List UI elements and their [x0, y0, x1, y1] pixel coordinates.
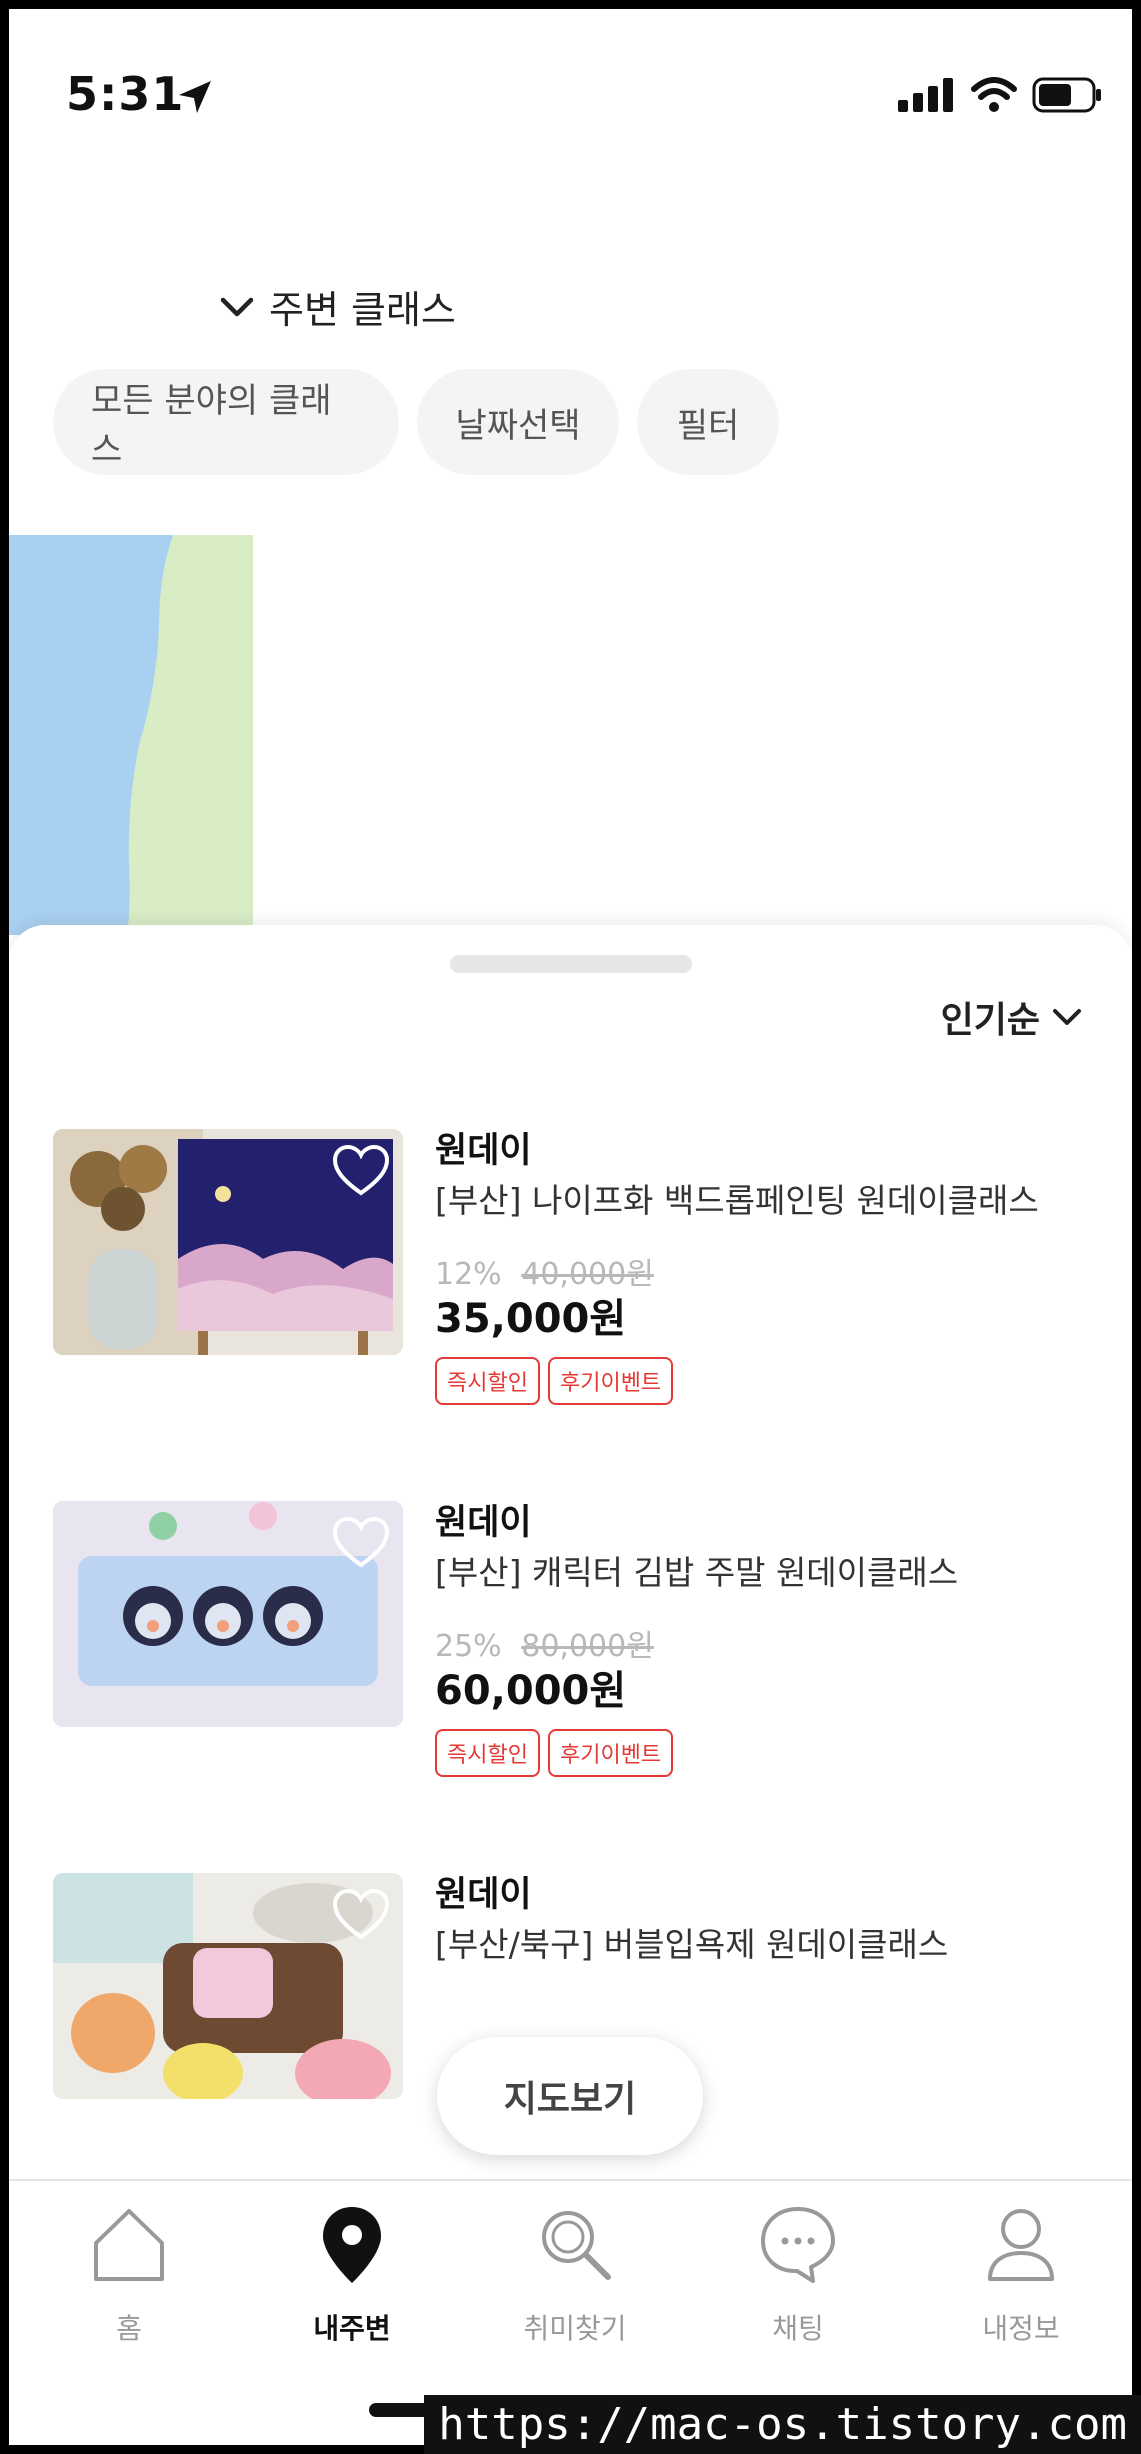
watermark-text: https://mac-os.tistory.com: [424, 2395, 1141, 2454]
class-info: 원데이 [부산/북구] 버블입욕제 원데이클래스: [435, 1873, 1095, 1969]
badge-instant-discount: 즉시할인: [435, 1357, 540, 1405]
tab-find-hobby[interactable]: 취미찾기: [500, 2201, 650, 2347]
badge-row: 즉시할인 후기이벤트: [435, 1729, 1095, 1777]
filter-chip-date[interactable]: 날짜선택: [417, 369, 619, 475]
discount-rate: 25%: [435, 1629, 502, 1664]
wifi-icon: [971, 77, 1017, 112]
sale-price: 35,000원: [435, 1296, 627, 1342]
location-arrow-icon: [179, 81, 211, 113]
battery-icon: [1032, 77, 1101, 113]
class-info: 원데이 [부산] 나이프화 백드롭페인팅 원데이클래스 12% 40,000원 …: [435, 1129, 1095, 1405]
sale-price: 60,000원: [435, 1668, 627, 1714]
sort-dropdown[interactable]: 인기순: [941, 991, 1082, 1043]
class-category: 원데이: [435, 1875, 532, 1915]
class-category: 원데이: [435, 1131, 532, 1171]
class-title: [부산/북구] 버블입욕제 원데이클래스: [435, 1925, 949, 1964]
tab-label: 홈: [116, 2312, 142, 2345]
class-category: 원데이: [435, 1503, 532, 1543]
status-icons: [898, 77, 1102, 113]
home-icon: [94, 2209, 164, 2281]
search-icon: [542, 2211, 611, 2280]
tab-label: 취미찾기: [523, 2312, 627, 2345]
badge-review-event: 후기이벤트: [547, 1357, 674, 1405]
app-screen: 5:31 주변 클래스 모든 분야의 클래스 날짜선택 필터 인기순 원데이 […: [9, 9, 1132, 2445]
tab-label: 내정보: [982, 2312, 1060, 2345]
person-icon: [988, 2209, 1054, 2281]
chevron-down-icon: [220, 297, 254, 316]
original-price-row: 25% 80,000원: [435, 1627, 1095, 1667]
status-time: 5:31: [66, 67, 185, 121]
class-list-item[interactable]: 원데이 [부산] 나이프화 백드롭페인팅 원데이클래스 12% 40,000원 …: [53, 1129, 1093, 1405]
original-price-row: 12% 40,000원: [435, 1255, 1095, 1295]
tab-nearby[interactable]: 내주변: [277, 2201, 427, 2347]
map-view-button[interactable]: 지도보기: [437, 2037, 703, 2155]
location-selector[interactable]: 주변 클래스: [219, 279, 456, 334]
filter-chip-filter[interactable]: 필터: [637, 369, 779, 475]
sort-label: 인기순: [940, 1000, 1040, 1041]
signal-icon: [898, 78, 953, 112]
tab-chat[interactable]: 채팅: [723, 2201, 873, 2347]
tab-label: 채팅: [772, 2312, 824, 2345]
tab-my-info[interactable]: 내정보: [946, 2201, 1096, 2347]
location-pin-icon: [323, 2207, 381, 2283]
tab-label: 내주변: [313, 2312, 391, 2345]
map-view[interactable]: [9, 535, 253, 935]
class-info: 원데이 [부산] 캐릭터 김밥 주말 원데이클래스 25% 80,000원 60…: [435, 1501, 1095, 1777]
badge-instant-discount: 즉시할인: [435, 1729, 540, 1777]
original-price: 40,000원: [521, 1257, 654, 1292]
class-list-item[interactable]: 원데이 [부산] 캐릭터 김밥 주말 원데이클래스 25% 80,000원 60…: [53, 1501, 1093, 1777]
chevron-down-icon: [1053, 1009, 1081, 1025]
wishlist-heart-icon[interactable]: [331, 1887, 391, 1943]
filter-chip-category[interactable]: 모든 분야의 클래스: [53, 369, 399, 475]
original-price: 80,000원: [521, 1629, 654, 1664]
badge-review-event: 후기이벤트: [547, 1729, 674, 1777]
wishlist-heart-icon[interactable]: [331, 1143, 391, 1199]
wishlist-heart-icon[interactable]: [331, 1515, 391, 1571]
location-label: 주변 클래스: [269, 288, 456, 332]
chat-icon: [761, 2207, 835, 2283]
discount-rate: 12%: [435, 1257, 502, 1292]
class-title: [부산] 캐릭터 김밥 주말 원데이클래스: [435, 1553, 959, 1592]
tab-home[interactable]: 홈: [54, 2201, 204, 2347]
class-title: [부산] 나이프화 백드롭페인팅 원데이클래스: [435, 1181, 1039, 1220]
badge-row: 즉시할인 후기이벤트: [435, 1357, 1095, 1405]
sheet-drag-handle[interactable]: [450, 955, 692, 973]
filter-chips: 모든 분야의 클래스 날짜선택 필터: [53, 369, 779, 475]
